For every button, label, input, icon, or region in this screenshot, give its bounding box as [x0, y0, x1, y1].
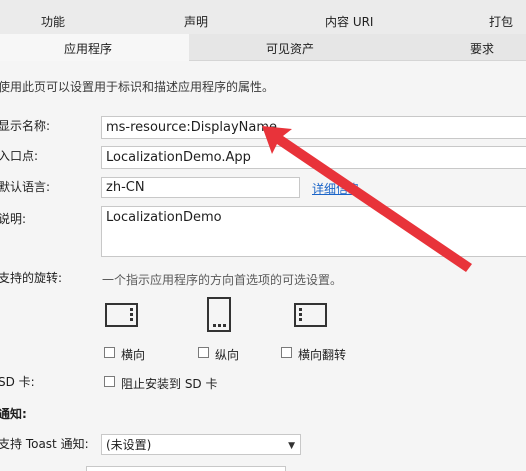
annotation-arrow	[262, 126, 472, 272]
